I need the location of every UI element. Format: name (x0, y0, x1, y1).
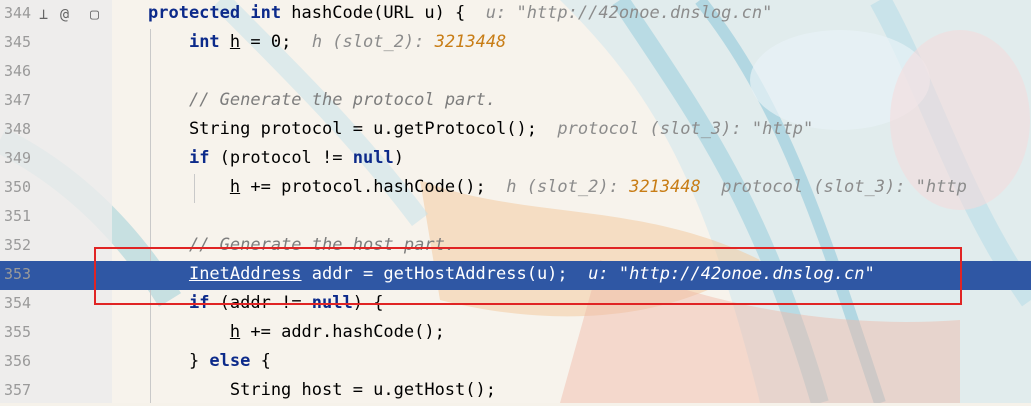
code-line[interactable]: 345 int h = 0; h (slot_2): 3213448 (0, 29, 1031, 58)
code-line[interactable]: 346 (0, 58, 1031, 87)
code-token: else (209, 351, 261, 371)
code-line[interactable]: 351 (0, 203, 1031, 232)
code-line[interactable]: 350 h += protocol.hashCode(); h (slot_2)… (0, 174, 1031, 203)
code-line[interactable]: 357 String host = u.getHost(); (0, 377, 1031, 406)
line-number: 350 (4, 178, 32, 196)
line-number: 351 (4, 207, 32, 225)
inline-debug-hint: protocol (slot_3): "http (700, 177, 967, 197)
code-token: (protocol != (219, 148, 353, 168)
annotation-icon[interactable]: @ (60, 5, 69, 23)
line-number: 352 (4, 236, 32, 254)
line-number: 354 (4, 294, 32, 312)
line-number: 345 (4, 33, 32, 51)
code-comment: // Generate the protocol part. (188, 90, 496, 110)
code-text[interactable]: protected int hashCode(URL u) { u: "http… (148, 3, 772, 23)
code-token: } (148, 351, 210, 371)
line-number: 355 (4, 323, 32, 341)
code-token: hashCode(URL u) { (291, 3, 466, 23)
inline-debug-hint: 3213448 (629, 177, 701, 197)
implements-marker-icon[interactable]: ⊥ (39, 5, 48, 23)
code-text[interactable]: if (protocol != null) (148, 148, 404, 168)
code-token: = 0; (240, 32, 292, 52)
code-token: h (229, 322, 241, 342)
code-token: String protocol = u.getProtocol(); (148, 119, 537, 139)
code-token: h (229, 177, 241, 197)
code-text[interactable]: String protocol = u.getProtocol(); proto… (148, 119, 813, 139)
code-token: += protocol.hashCode(); (240, 177, 486, 197)
code-token: protected int (148, 3, 292, 23)
inline-debug-hint: u: "http://42onoe.dnslog.cn" (465, 3, 773, 23)
line-number: 357 (4, 381, 32, 399)
fold-marker-icon[interactable]: ▢ (90, 5, 99, 23)
code-text[interactable]: } else { (148, 351, 271, 371)
highlight-annotation-box (94, 247, 962, 305)
code-line[interactable]: 348 String protocol = u.getProtocol(); p… (0, 116, 1031, 145)
code-token: null (352, 148, 394, 168)
code-line[interactable]: 347 // Generate the protocol part. (0, 87, 1031, 116)
code-line[interactable]: 349 if (protocol != null) (0, 145, 1031, 174)
code-text[interactable]: String host = u.getHost(); (148, 380, 496, 400)
code-token: int (188, 32, 230, 52)
inline-debug-hint: protocol (slot_3): "http" (536, 119, 814, 139)
code-token: if (188, 148, 220, 168)
code-token: { (260, 351, 271, 371)
inline-debug-hint: h (slot_2): (291, 32, 435, 52)
code-line[interactable]: 344 protected int hashCode(URL u) { u: "h… (0, 0, 1031, 29)
inline-debug-hint: 3213448 (434, 32, 507, 52)
code-text[interactable]: int h = 0; h (slot_2): 3213448 (148, 32, 506, 52)
code-token: ) (393, 148, 404, 168)
code-token: += addr.hashCode(); (240, 322, 445, 342)
line-number: 347 (4, 91, 32, 109)
line-number: 356 (4, 352, 32, 370)
line-number: 353 (4, 265, 32, 283)
line-number: 348 (4, 120, 32, 138)
code-line[interactable]: 355 h += addr.hashCode(); (0, 319, 1031, 348)
code-token: h (229, 32, 241, 52)
line-number: 346 (4, 62, 32, 80)
code-token: String host = u.getHost(); (148, 380, 496, 400)
line-number: 349 (4, 149, 32, 167)
line-number: 344 (4, 4, 32, 22)
inline-debug-hint: h (slot_2): (485, 177, 630, 197)
code-line[interactable]: 356 } else { (0, 348, 1031, 377)
code-text[interactable]: h += addr.hashCode(); (148, 322, 445, 342)
code-text[interactable]: h += protocol.hashCode(); h (slot_2): 32… (148, 177, 967, 197)
code-text[interactable]: // Generate the protocol part. (148, 90, 496, 110)
